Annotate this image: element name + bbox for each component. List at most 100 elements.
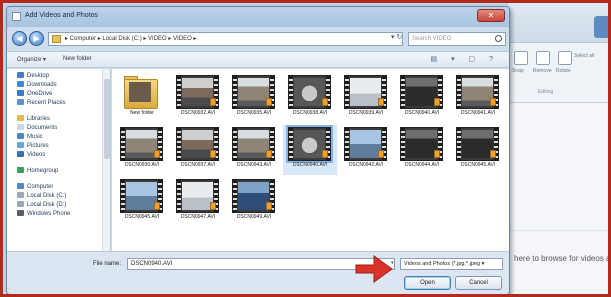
thumbnail-image: [462, 78, 493, 106]
video-file-item[interactable]: DSCN0939.AVI: [339, 73, 393, 123]
nav-item[interactable]: Windows Phone: [17, 210, 70, 219]
snap-icon[interactable]: [514, 51, 528, 65]
search-icon[interactable]: [495, 35, 502, 42]
forward-button[interactable]: ▶: [29, 31, 44, 46]
nav-item[interactable]: Homegroup: [17, 167, 58, 176]
video-file-item[interactable]: DSCN0940.AVI: [395, 73, 449, 123]
nav-item[interactable]: Local Disk (D:): [17, 201, 66, 210]
organize-menu[interactable]: Organize ▾: [17, 56, 46, 63]
video-thumbnail: [120, 127, 163, 161]
media-player-icon: [210, 202, 216, 210]
film-strip-icon: [457, 76, 461, 108]
thumbnail-image: [406, 130, 437, 158]
nav-item-label: Libraries: [27, 116, 51, 122]
nav-item[interactable]: Pictures: [17, 142, 49, 151]
new-folder-button[interactable]: New folder: [63, 56, 92, 62]
folder-item[interactable]: New folder: [115, 73, 169, 123]
recent-places-icon: [17, 99, 24, 105]
ribbon-large-button[interactable]: [594, 16, 608, 38]
arrow-shape: [355, 255, 393, 283]
file-name-label: DSCN0949.AVI: [236, 214, 272, 220]
browse-hint-text[interactable]: here to browse for videos an: [514, 254, 608, 263]
nav-item[interactable]: Computer: [17, 183, 53, 192]
nav-item[interactable]: Downloads: [17, 81, 57, 90]
video-file-item[interactable]: DSCN0937.AVI: [171, 125, 225, 175]
nav-item[interactable]: OneDrive: [17, 90, 52, 99]
video-file-item[interactable]: DSCN0945.AVI: [451, 125, 505, 175]
nav-item[interactable]: Desktop: [17, 72, 49, 81]
nav-item[interactable]: Music: [17, 133, 43, 142]
thumbnail-image: [350, 78, 381, 106]
media-player-icon: [434, 98, 440, 106]
rotate-icon[interactable]: [558, 51, 572, 65]
film-strip-icon: [289, 128, 293, 160]
nav-scrollbar[interactable]: [102, 69, 110, 251]
nav-scrollbar-thumb[interactable]: [104, 79, 110, 159]
thumbnail-image: [462, 130, 493, 158]
video-thumbnail: [232, 179, 275, 213]
video-thumbnail: [288, 75, 331, 109]
nav-item-label: Windows Phone: [27, 211, 71, 217]
video-file-item[interactable]: DSCN0945.AVI: [115, 177, 169, 227]
nav-item-label: Pictures: [27, 143, 49, 149]
address-bar[interactable]: ▸ Computer ▸ Local Disk (C:) ▸ VIDEO ▸ V…: [48, 32, 403, 46]
media-player-icon: [322, 98, 328, 106]
video-file-item[interactable]: DSCN0941.AVI: [451, 73, 505, 123]
view-options-icons[interactable]: ▤ ▾ ▢ ?: [431, 55, 499, 63]
video-file-item[interactable]: DSCN0936.AVI: [115, 125, 169, 175]
file-name-label: DSCN0943.AVI: [236, 162, 272, 168]
video-file-item[interactable]: DSCN0940.AVI: [283, 125, 337, 175]
background-app-window: Snap Remove Rotate Select all Editing he…: [508, 3, 608, 294]
back-button[interactable]: ◀: [12, 31, 27, 46]
open-button[interactable]: Open: [404, 276, 451, 290]
video-file-item[interactable]: DSCN0943.AVI: [227, 125, 281, 175]
media-player-icon: [210, 98, 216, 106]
file-type-select[interactable]: Videos and Photos (*.jpg;*.jpeg ▾: [400, 258, 503, 270]
film-strip-icon: [121, 180, 125, 212]
divider: [508, 230, 608, 231]
add-videos-dialog: Add Videos and Photos ✕ ◀ ▶ ▸ Computer ▸…: [6, 6, 510, 294]
refresh-button[interactable]: ▾ ↻: [391, 33, 402, 41]
ribbon-label: Snap: [512, 68, 524, 74]
media-player-icon: [434, 150, 440, 158]
music-icon: [17, 133, 24, 139]
video-file-item[interactable]: DSCN0942.AVI: [339, 125, 393, 175]
nav-item[interactable]: Documents: [17, 124, 57, 133]
video-file-item[interactable]: DSCN0949.AVI: [227, 177, 281, 227]
nav-item-label: Local Disk (D:): [27, 202, 67, 208]
ribbon-label: Rotate: [556, 68, 571, 74]
nav-item[interactable]: Recent Places: [17, 99, 66, 108]
command-bar: Organize ▾ New folder ▤ ▾ ▢ ?: [7, 51, 509, 68]
film-strip-icon: [345, 128, 349, 160]
film-strip-icon: [345, 76, 349, 108]
nav-item-label: Documents: [27, 125, 58, 131]
close-button[interactable]: ✕: [477, 9, 505, 22]
nav-item[interactable]: Local Disk (C:): [17, 192, 66, 201]
libraries-icon: [17, 115, 24, 121]
navigation-pane[interactable]: Desktop Downloads OneDrive Recent Places Lib…: [7, 69, 111, 251]
video-file-item[interactable]: DSCN0944.AVI: [395, 125, 449, 175]
cancel-button[interactable]: Cancel: [455, 276, 502, 290]
thumbnail-image: [294, 78, 325, 106]
video-thumbnail: [456, 75, 499, 109]
nav-item-label: Downloads: [27, 82, 57, 88]
video-file-item[interactable]: DSCN0932.AVI: [171, 73, 225, 123]
dialog-titlebar[interactable]: Add Videos and Photos ✕: [7, 7, 509, 27]
ribbon-label: Remove: [533, 68, 552, 74]
video-file-item[interactable]: DSCN0947.AVI: [171, 177, 225, 227]
search-input[interactable]: Search VIDEO: [408, 32, 506, 46]
file-list-view[interactable]: New folder DSCN0932.AVI DSCN0935.AVI DSCN09…: [112, 69, 509, 251]
nav-item[interactable]: Libraries: [17, 115, 50, 124]
video-file-item[interactable]: DSCN0935.AVI: [227, 73, 281, 123]
nav-item[interactable]: Videos: [17, 151, 45, 160]
nav-item-label: Desktop: [27, 73, 50, 79]
ribbon-label[interactable]: Select all: [574, 53, 594, 59]
video-file-item[interactable]: DSCN0938.AVI: [283, 73, 337, 123]
videos-icon: [17, 151, 24, 157]
media-player-icon: [154, 202, 160, 210]
film-strip-icon: [233, 76, 237, 108]
remove-icon[interactable]: [536, 51, 550, 65]
film-strip-icon: [401, 128, 405, 160]
film-strip-icon: [233, 180, 237, 212]
thumbnail-image: [182, 130, 213, 158]
